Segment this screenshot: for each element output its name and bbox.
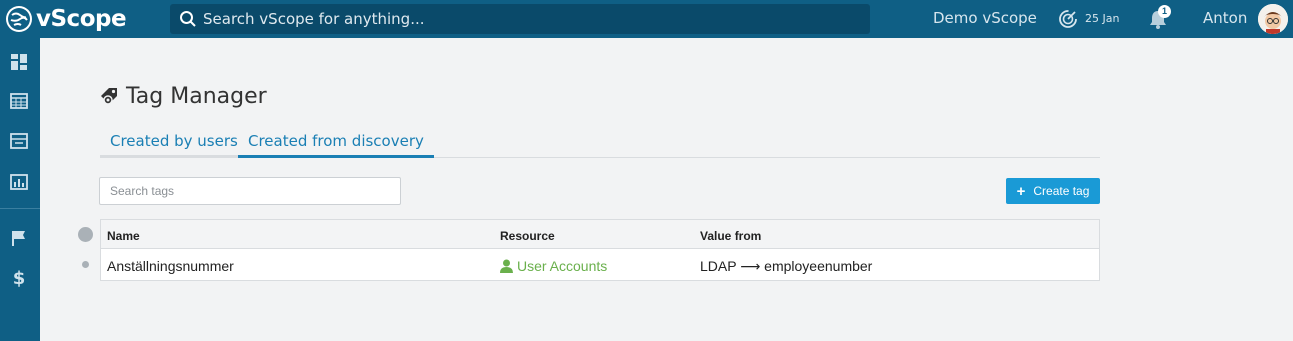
discovery-radar-icon[interactable]	[1058, 9, 1078, 29]
sidebar-item-costs[interactable]: $	[8, 267, 30, 289]
table-header: Name Resource Value from	[101, 220, 1099, 249]
top-bar: vScope Demo vScope 25 Jan 1 Anton	[0, 0, 1293, 38]
avatar[interactable]	[1258, 4, 1288, 34]
column-header-value-from[interactable]: Value from	[700, 229, 761, 243]
tag-name: Anställningsnummer	[107, 258, 234, 274]
tag-value-from: LDAP ⟶ employeenumber	[700, 258, 873, 274]
sidebar-item-flags[interactable]	[8, 227, 30, 249]
search-icon	[180, 11, 196, 27]
page-title: Tag Manager	[126, 84, 267, 109]
plus-icon: +	[1016, 182, 1026, 200]
table-icon	[10, 93, 28, 109]
dollar-icon: $	[13, 268, 26, 288]
tags-gear-icon	[101, 87, 117, 105]
resource-label: User Accounts	[517, 258, 608, 274]
column-header-name[interactable]: Name	[107, 229, 140, 243]
column-header-resource[interactable]: Resource	[500, 229, 555, 243]
row-select-toggle[interactable]	[82, 261, 89, 268]
tab-created-from-discovery[interactable]: Created from discovery	[238, 132, 434, 158]
global-search-input[interactable]	[203, 10, 843, 28]
sidebar-item-windows[interactable]	[8, 130, 30, 152]
dashboard-icon	[11, 54, 27, 70]
tab-created-by-users[interactable]: Created by users	[100, 132, 248, 158]
last-discovery-date: 25 Jan	[1085, 12, 1120, 25]
workspace-name[interactable]: Demo vScope	[933, 9, 1037, 27]
report-icon	[10, 174, 28, 190]
table-row[interactable]: Anställningsnummer User Accounts LDAP ⟶ …	[101, 250, 1099, 281]
global-search[interactable]	[170, 4, 870, 34]
create-tag-label: Create tag	[1033, 184, 1090, 198]
vscope-logo[interactable]: vScope	[6, 5, 127, 33]
sidebar-item-reports[interactable]	[8, 171, 30, 193]
tag-resource[interactable]: User Accounts	[500, 258, 607, 274]
tag-search-input[interactable]	[99, 177, 401, 205]
sidebar: $	[0, 38, 40, 341]
page-header: Tag Manager	[100, 84, 267, 109]
flag-icon	[12, 231, 25, 246]
globe-icon	[6, 6, 32, 32]
app-name: vScope	[36, 6, 127, 32]
svg-text:$: $	[13, 268, 26, 288]
select-all-toggle[interactable]	[78, 227, 93, 242]
user-name[interactable]: Anton	[1203, 9, 1247, 27]
window-icon	[10, 133, 28, 149]
tab-bar: Created by users Created from discovery	[100, 130, 1100, 158]
tags-table: Name Resource Value from Anställningsnum…	[100, 219, 1100, 281]
notification-badge: 1	[1158, 5, 1171, 18]
user-icon	[500, 259, 513, 273]
sidebar-item-tables[interactable]	[8, 90, 30, 112]
sidebar-divider	[0, 208, 40, 209]
sidebar-item-dashboard[interactable]	[8, 51, 30, 73]
create-tag-button[interactable]: + Create tag	[1006, 178, 1100, 204]
